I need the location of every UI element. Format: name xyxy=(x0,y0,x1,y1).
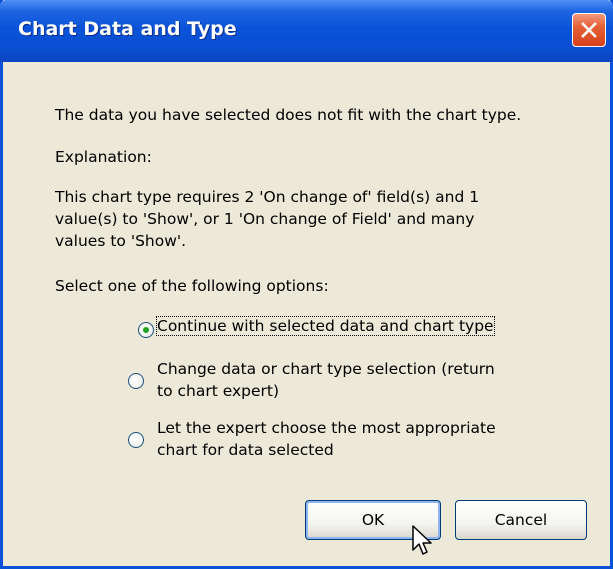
option-change-selection-line: to chart expert) xyxy=(157,382,280,400)
chart-data-type-dialog: Chart Data and Type The data you have se… xyxy=(0,0,613,569)
explanation-line: value(s) to 'Show', or 1 'On change of F… xyxy=(55,210,475,228)
explanation-heading: Explanation: xyxy=(55,148,152,166)
options-prompt: Select one of the following options: xyxy=(55,277,329,295)
dialog-title: Chart Data and Type xyxy=(18,18,237,40)
option-continue-text: Continue with selected data and chart ty… xyxy=(156,316,495,336)
option-continue-label[interactable]: Continue with selected data and chart ty… xyxy=(156,315,495,337)
option-expert-choose-line: chart for data selected xyxy=(157,441,334,459)
option-change-selection-line: Change data or chart type selection (ret… xyxy=(157,360,495,378)
radio-selected-dot xyxy=(143,327,149,333)
option-change-selection-label[interactable]: Change data or chart type selection (ret… xyxy=(157,358,495,402)
option-change-selection-radio[interactable] xyxy=(128,373,144,389)
option-expert-choose-label[interactable]: Let the expert choose the most appropria… xyxy=(157,417,496,461)
close-button[interactable] xyxy=(572,13,606,47)
title-bar[interactable]: Chart Data and Type xyxy=(0,0,613,62)
option-continue-radio[interactable] xyxy=(138,322,154,338)
explanation-line: This chart type requires 2 'On change of… xyxy=(55,188,480,206)
explanation-line: values to 'Show'. xyxy=(55,232,187,250)
option-expert-choose-radio[interactable] xyxy=(128,432,144,448)
message-text: The data you have selected does not fit … xyxy=(55,106,522,124)
option-expert-choose-line: Let the expert choose the most appropria… xyxy=(157,419,496,437)
mouse-pointer-icon xyxy=(412,525,432,555)
close-icon xyxy=(581,22,597,38)
cancel-button[interactable]: Cancel xyxy=(455,500,587,540)
